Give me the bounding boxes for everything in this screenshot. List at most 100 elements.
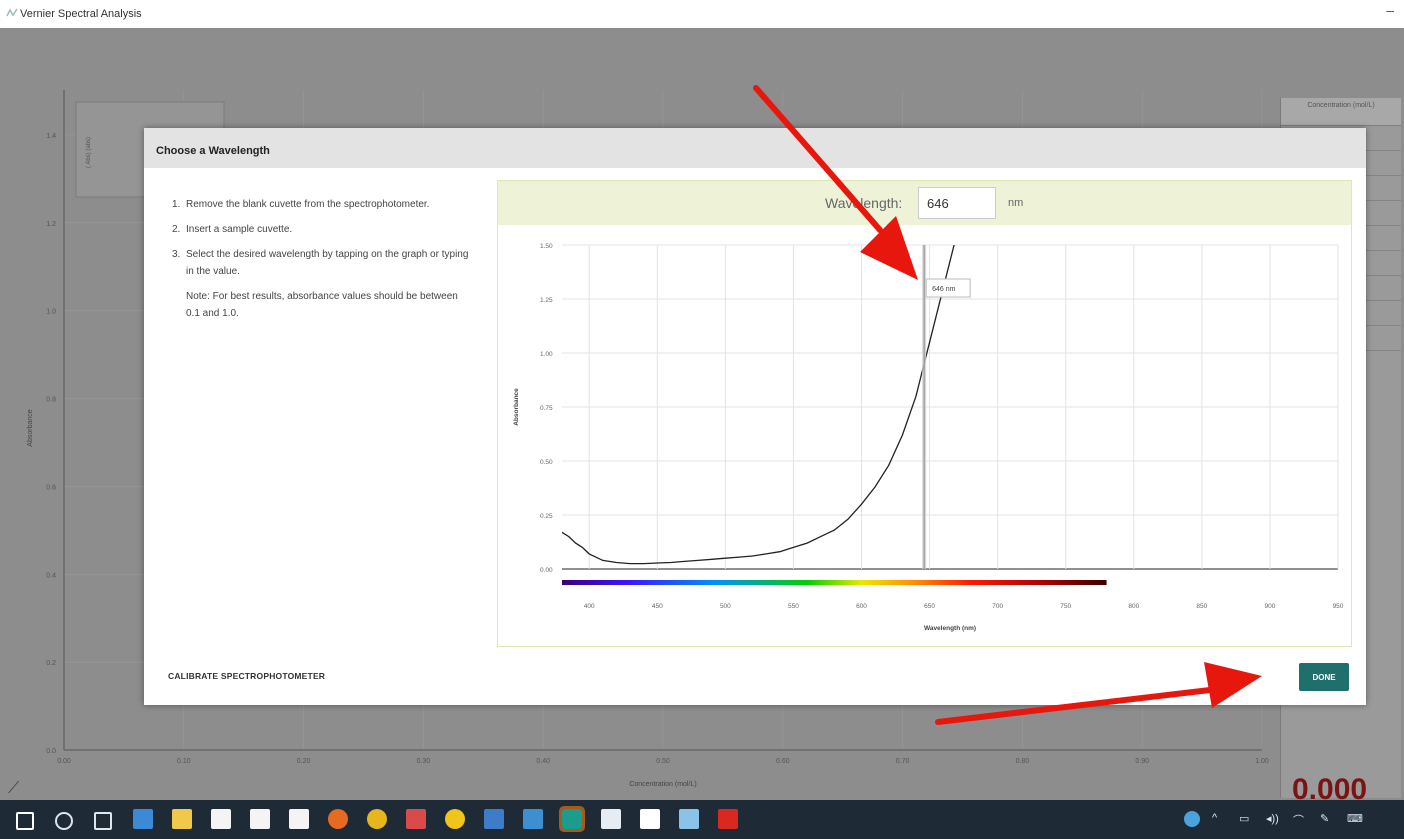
instructions: 1. Remove the blank cuvette from the spe… — [172, 196, 472, 322]
task-view-icon[interactable] — [94, 812, 112, 830]
x-tick-label: 450 — [652, 603, 663, 610]
dialog-header: Choose a Wavelength — [144, 128, 1366, 168]
app-icon[interactable] — [523, 809, 543, 829]
windows-start-icon[interactable] — [16, 812, 34, 830]
dropbox-icon[interactable] — [250, 809, 270, 829]
y-tick-label: 0.00 — [540, 567, 553, 574]
x-tick-label: 550 — [788, 603, 799, 610]
bg-y-tick-label: 0.8 — [46, 397, 56, 404]
bg-x-tick-label: 0.00 — [57, 758, 71, 765]
bg-y-axis-label: Absorbance — [27, 409, 34, 446]
step-number: 2. — [172, 224, 181, 235]
y-tick-label: 1.50 — [540, 243, 553, 250]
network-globe-icon[interactable] — [1184, 811, 1200, 827]
choose-wavelength-dialog: Choose a Wavelength 1. Remove the blank … — [144, 128, 1366, 705]
y-tick-label: 0.50 — [540, 459, 553, 466]
wavelength-header: Wavelength: nm — [498, 181, 1351, 225]
bg-y-tick-label: 0.2 — [46, 660, 56, 667]
wavelength-unit: nm — [1008, 197, 1024, 209]
file-explorer-icon[interactable] — [172, 809, 192, 829]
y-tick-label: 1.00 — [540, 351, 553, 358]
x-tick-label: 500 — [720, 603, 731, 610]
wavelength-label: Wavelength: — [825, 195, 903, 211]
calibrate-spectrophotometer-button[interactable]: CALIBRATE SPECTROPHOTOMETER — [168, 671, 325, 681]
y-axis-label: Absorbance — [513, 388, 520, 426]
bg-x-tick-label: 0.40 — [536, 758, 550, 765]
x-tick-label: 650 — [924, 603, 935, 610]
bg-x-tick-label: 0.80 — [1016, 758, 1030, 765]
y-tick-label: 0.25 — [540, 513, 553, 520]
instruction-step: 2. Insert a sample cuvette. — [172, 221, 472, 238]
visible-spectrum-bar — [562, 580, 1107, 585]
bg-y-tick-label: 0.6 — [46, 484, 56, 491]
x-axis-label: Wavelength (nm) — [924, 625, 976, 632]
bg-x-tick-label: 0.60 — [776, 758, 790, 765]
tray-item[interactable]: ⌒ — [1293, 812, 1304, 828]
step-text: Select the desired wavelength by tapping… — [186, 249, 469, 277]
y-tick-label: 1.25 — [540, 297, 553, 304]
bg-x-tick-label: 0.70 — [896, 758, 910, 765]
tray-item[interactable]: ✎ — [1320, 812, 1329, 825]
bg-y-tick-label: 1.0 — [46, 309, 56, 316]
bg-x-tick-label: 1.00 — [1255, 758, 1269, 765]
x-tick-label: 400 — [584, 603, 595, 610]
file-icon[interactable] — [640, 809, 660, 829]
instruction-step: 3. Select the desired wavelength by tapp… — [172, 246, 472, 280]
x-tick-label: 700 — [992, 603, 1003, 610]
x-tick-label: 950 — [1333, 603, 1344, 610]
bg-legend-text: ( Abs) (abs) — [86, 137, 92, 168]
x-tick-label: 800 — [1128, 603, 1139, 610]
bg-y-tick-label: 1.4 — [46, 133, 56, 140]
bg-x-axis-label: Concentration (mol/L) — [629, 781, 696, 788]
firefox-icon[interactable] — [328, 809, 348, 829]
dialog-title: Choose a Wavelength — [156, 145, 270, 157]
tray-item[interactable]: ▭ — [1239, 812, 1249, 825]
bg-x-tick-label: 0.90 — [1135, 758, 1149, 765]
graph-options-icon[interactable]: ⟋ — [8, 780, 19, 798]
tray-item[interactable]: ⌨ — [1347, 812, 1363, 825]
x-tick-label: 750 — [1060, 603, 1071, 610]
done-button[interactable]: DONE — [1299, 663, 1349, 691]
bg-y-tick-label: 1.2 — [46, 221, 56, 228]
tray-item[interactable]: ^ — [1212, 812, 1217, 824]
paint-icon[interactable] — [406, 809, 426, 829]
bg-x-tick-label: 0.50 — [656, 758, 670, 765]
selected-wavelength-label: 646 nm — [932, 286, 956, 293]
x-tick-label: 850 — [1196, 603, 1207, 610]
app-icon[interactable] — [484, 809, 504, 829]
wavelength-input[interactable] — [918, 187, 996, 219]
x-tick-label: 600 — [856, 603, 867, 610]
instruction-note: Note: For best results, absorbance value… — [186, 291, 458, 319]
x-tick-label: 900 — [1265, 603, 1276, 610]
tray-item[interactable]: ◂)) — [1266, 812, 1279, 825]
mail-icon[interactable] — [289, 809, 309, 829]
chrome-icon[interactable] — [367, 809, 387, 829]
bg-x-tick-label: 0.30 — [417, 758, 431, 765]
instruction-step: 1. Remove the blank cuvette from the spe… — [172, 196, 472, 213]
step-number: 3. — [172, 249, 181, 260]
minimize-button[interactable]: – — [1386, 2, 1394, 18]
notepad-icon[interactable] — [601, 809, 621, 829]
y-tick-label: 0.75 — [540, 405, 553, 412]
spectral-analysis-icon[interactable] — [559, 806, 585, 832]
absorbance-spectrum-chart[interactable]: 0.00 0.25 0.50 0.75 1.00 1.25 1.50 400 450 500 550… — [498, 225, 1351, 646]
wavelength-panel: Wavelength: nm 0.00 0.25 0.50 0.75 1.00 1.25 1… — [497, 180, 1352, 647]
step-text: Insert a sample cuvette. — [186, 224, 293, 235]
bg-x-tick-label: 0.10 — [177, 758, 191, 765]
app-logo-icon — [6, 8, 18, 17]
pdf-icon[interactable] — [718, 809, 738, 829]
store-icon[interactable] — [211, 809, 231, 829]
bg-x-tick-label: 0.20 — [297, 758, 311, 765]
bg-y-tick-label: 0.0 — [46, 748, 56, 755]
windows-taskbar: ^ ▭ ◂)) ⌒ ✎ ⌨ — [0, 800, 1404, 839]
window-title-bar: Vernier Spectral Analysis – — [0, 0, 1404, 28]
step-number: 1. — [172, 199, 181, 210]
search-icon[interactable] — [55, 812, 73, 830]
edge-icon[interactable] — [133, 809, 153, 829]
window-title: Vernier Spectral Analysis — [20, 8, 142, 20]
data-table-header: Concentration (mol/L) — [1281, 98, 1401, 126]
image-icon[interactable] — [679, 809, 699, 829]
absorbance-curve — [562, 245, 955, 565]
step-text: Remove the blank cuvette from the spectr… — [186, 199, 430, 210]
norton-icon[interactable] — [445, 809, 465, 829]
